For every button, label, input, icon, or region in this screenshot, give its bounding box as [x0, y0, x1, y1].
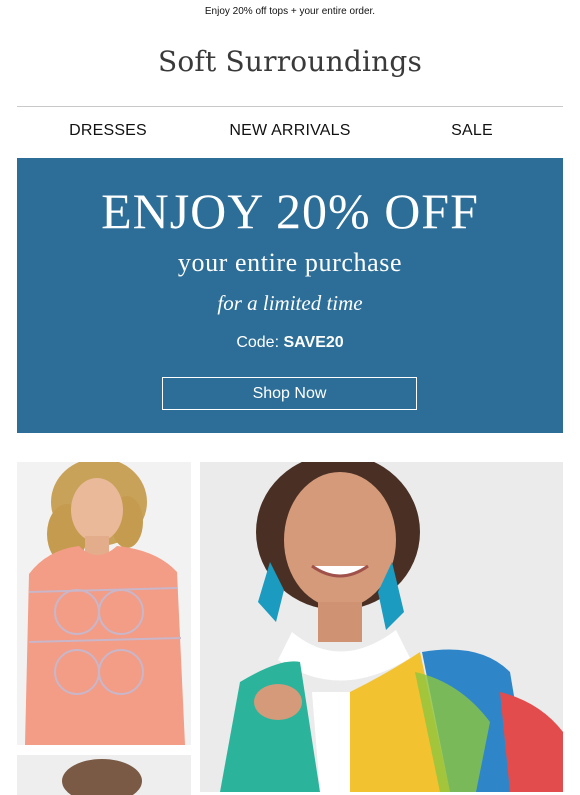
nav-item-new-arrivals[interactable]: NEW ARRIVALS [199, 122, 381, 140]
second-product-illustration [17, 755, 191, 795]
header-divider [17, 106, 563, 107]
preheader-text: Enjoy 20% off tops + your entire order. [204, 6, 376, 17]
promo-code-line: Code: SAVE20 [17, 334, 563, 352]
shop-now-button[interactable]: Shop Now [162, 377, 417, 410]
promo-subtitle: your entire purchase [177, 248, 403, 277]
nav-item-sale[interactable]: SALE [381, 122, 563, 140]
nav-item-dresses[interactable]: DRESSES [17, 122, 199, 140]
colorful-print-blouse-photo[interactable] [200, 462, 563, 792]
promo-banner[interactable]: ENJOY 20% OFF your entire purchase for a… [17, 158, 563, 433]
promo-code-prefix: Code: [236, 334, 280, 351]
promo-title: ENJOY 20% OFF [101, 183, 479, 239]
promo-code: SAVE20 [283, 334, 344, 351]
coral-top-illustration [17, 462, 191, 745]
second-product-photo[interactable] [17, 755, 191, 795]
print-blouse-illustration [200, 462, 563, 792]
coral-sequin-top-photo[interactable] [17, 462, 191, 745]
promo-tagline: for a limited time [217, 291, 363, 315]
brand-logo[interactable]: Soft Surroundings [0, 45, 580, 78]
main-nav: DRESSES NEW ARRIVALS SALE [17, 122, 563, 140]
